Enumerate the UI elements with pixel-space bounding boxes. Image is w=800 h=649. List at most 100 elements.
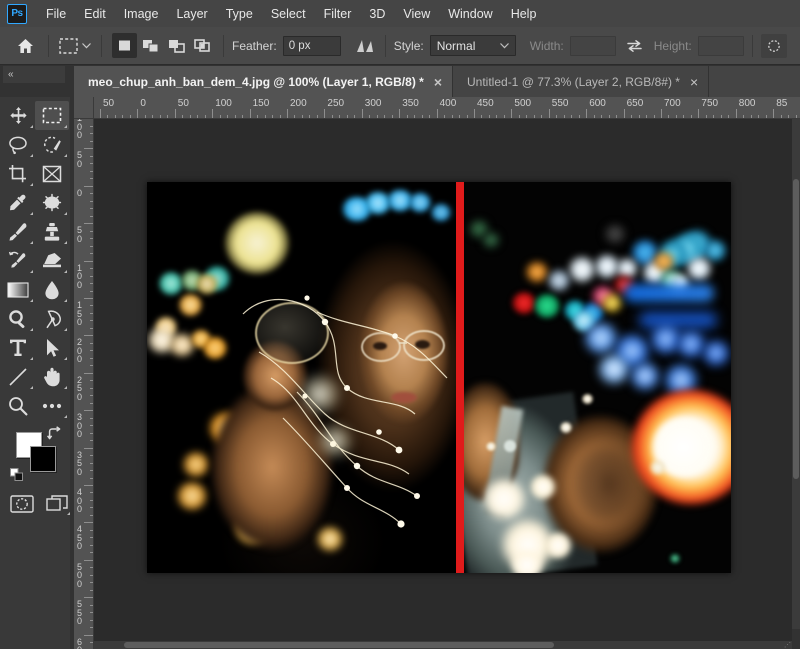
default-colors-icon[interactable] (10, 468, 23, 481)
swap-dimensions-icon[interactable] (623, 35, 647, 57)
scrollbar-vertical[interactable] (792, 119, 800, 629)
ruler-minor-tick (122, 114, 124, 118)
anti-alias-icon[interactable] (353, 35, 377, 57)
color-swatches (0, 426, 68, 488)
ruler-minor-tick (89, 208, 93, 210)
close-icon[interactable]: × (690, 75, 698, 89)
quick-mask-icon[interactable] (9, 492, 35, 516)
ruler-minor-tick (444, 114, 446, 118)
photoshop-logo: Ps (7, 3, 27, 24)
ruler-minor-tick (272, 114, 274, 118)
clone-stamp-tool[interactable] (35, 217, 69, 246)
menu-layer[interactable]: Layer (167, 4, 216, 24)
eyedropper-tool[interactable] (1, 188, 35, 217)
pen-tool[interactable] (35, 304, 69, 333)
ruler-label: 400 (77, 487, 83, 514)
flyout-corner (64, 212, 67, 215)
spot-healing-brush-tool[interactable] (35, 188, 69, 217)
ruler-corner[interactable] (74, 97, 94, 119)
ruler-minor-tick (89, 163, 93, 165)
hand-tool[interactable] (35, 362, 69, 391)
flyout-corner (30, 183, 33, 186)
brush-tool[interactable] (1, 217, 35, 246)
dodge-tool[interactable] (1, 304, 35, 333)
ruler-label: 200 (290, 98, 307, 109)
swap-colors-icon[interactable] (47, 426, 62, 440)
background-color-swatch[interactable] (30, 446, 56, 472)
vertical-ruler[interactable]: 1005005010015020025030035040045050055060 (74, 119, 94, 649)
scrollbar-horizontal[interactable]: ⋰ (94, 641, 792, 649)
tab-untitled-1[interactable]: Untitled-1 @ 77.3% (Layer 2, RGB/8#) * × (453, 66, 710, 97)
frame-tool[interactable] (35, 159, 69, 188)
flyout-corner (64, 386, 67, 389)
menu-window[interactable]: Window (439, 4, 501, 24)
select-and-mask-button[interactable] (760, 33, 787, 58)
scrollbar-horizontal-thumb[interactable] (124, 642, 554, 648)
canvas-area[interactable] (94, 119, 792, 641)
history-brush-tool[interactable] (1, 246, 35, 275)
add-to-selection-button[interactable] (138, 33, 163, 58)
menu-image[interactable]: Image (115, 4, 168, 24)
subtract-from-selection-button[interactable] (164, 33, 189, 58)
rectangular-marquee-tool[interactable] (35, 101, 69, 130)
tab-meo-chup-anh-ban-dem-4[interactable]: meo_chup_anh_ban_dem_4.jpg @ 100% (Layer… (74, 66, 453, 97)
home-icon[interactable] (10, 33, 40, 59)
ruler-minor-tick (89, 537, 93, 539)
intersect-with-selection-button[interactable] (190, 33, 215, 58)
chevron-down-icon[interactable] (79, 36, 93, 56)
ruler-minor-tick (242, 114, 244, 118)
ruler-minor-tick (89, 574, 93, 576)
ruler-major-tick (661, 109, 662, 118)
path-selection-tool[interactable] (35, 333, 69, 362)
move-tool[interactable] (1, 101, 35, 130)
eraser-tool[interactable] (35, 246, 69, 275)
menu-edit[interactable]: Edit (75, 4, 115, 24)
document-canvas[interactable] (147, 182, 731, 573)
resize-grip-icon[interactable]: ⋰ (784, 641, 791, 649)
zoom-tool[interactable] (1, 391, 35, 420)
scrollbar-vertical-thumb[interactable] (793, 179, 799, 479)
ruler-minor-tick (89, 365, 93, 367)
menu-help[interactable]: Help (502, 4, 546, 24)
menu-view[interactable]: View (394, 4, 439, 24)
ruler-major-tick (436, 109, 438, 118)
line-tool[interactable] (1, 362, 35, 391)
ruler-major-tick (84, 260, 93, 262)
menu-filter[interactable]: Filter (315, 4, 361, 24)
flyout-corner (30, 212, 33, 215)
close-icon[interactable]: × (434, 75, 442, 89)
ruler-major-tick (84, 410, 93, 412)
style-select[interactable]: Normal (429, 35, 516, 56)
feather-input[interactable]: 0 px (282, 35, 341, 56)
type-tool[interactable] (1, 333, 35, 362)
ruler-minor-tick (89, 215, 93, 217)
new-selection-button[interactable] (112, 33, 137, 58)
menu-select[interactable]: Select (262, 4, 315, 24)
blur-tool[interactable] (35, 275, 69, 304)
width-input[interactable] (569, 35, 616, 56)
crop-tool[interactable] (1, 159, 35, 188)
edit-toolbar-button[interactable] (35, 391, 69, 420)
rectangular-marquee-icon[interactable] (57, 36, 79, 56)
ruler-minor-tick (541, 114, 543, 118)
ruler-minor-tick (720, 114, 722, 118)
ruler-minor-tick (89, 507, 93, 509)
flyout-corner (64, 154, 67, 157)
screen-mode-icon[interactable] (45, 492, 70, 516)
toolbar-collapse-button[interactable]: « (3, 66, 65, 83)
object-selection-tool[interactable] (35, 130, 69, 159)
ruler-minor-tick (616, 114, 618, 118)
menu-file[interactable]: File (37, 4, 75, 24)
ruler-label: 300 (364, 98, 382, 109)
menu-3d[interactable]: 3D (360, 4, 394, 24)
flyout-corner (64, 270, 67, 273)
ruler-minor-tick (197, 114, 199, 118)
flyout-corner (30, 125, 33, 128)
gradient-tool[interactable] (1, 275, 35, 304)
height-input[interactable] (697, 35, 744, 56)
horizontal-ruler[interactable]: 50 0 50 100 150 200 250 300 350 400 450 500 550 600 65… (94, 97, 800, 119)
options-divider-3 (223, 34, 224, 57)
lasso-tool[interactable] (1, 130, 35, 159)
ruler-label: 50 (77, 150, 83, 169)
menu-type[interactable]: Type (217, 4, 262, 24)
